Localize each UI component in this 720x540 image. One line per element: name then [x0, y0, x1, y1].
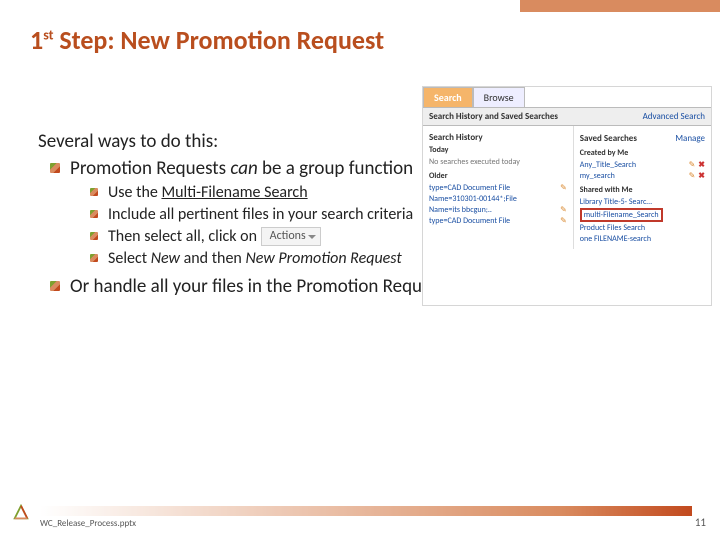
actions-dropdown[interactable]: Actions	[261, 227, 321, 246]
header-accent-bar	[520, 0, 720, 12]
slide: 1st Step: New Promotion Request Several …	[0, 0, 720, 540]
text: be a group function	[258, 157, 413, 180]
footer-page-number: 11	[695, 516, 706, 529]
title-step-suffix: st	[43, 26, 53, 43]
advanced-search-link[interactable]: Advanced Search	[643, 111, 705, 122]
slide-title: 1st Step: New Promotion Request	[30, 24, 384, 56]
edit-icon[interactable]: ✎	[560, 216, 567, 226]
bar-title: Search History and Saved Searches	[429, 111, 558, 122]
history-row[interactable]: type=CAD Document File	[429, 216, 510, 226]
text: Then select all, click on	[108, 227, 261, 246]
logo-icon	[12, 504, 30, 522]
columns: Search History Today No searches execute…	[423, 126, 711, 249]
text-ital: New Promotion Request	[245, 249, 401, 268]
today-empty: No searches executed today	[429, 157, 567, 167]
edit-icon[interactable]: ✎	[689, 160, 696, 170]
text-ital: New	[151, 249, 180, 268]
edit-icon[interactable]: ✎	[560, 205, 567, 215]
history-row[interactable]: type=CAD Document File	[429, 183, 510, 193]
manage-link[interactable]: Manage	[675, 133, 705, 144]
title-text: Step: New Promotion Request	[53, 24, 384, 56]
section-saved-searches: Saved Searches	[580, 133, 637, 144]
heading-older: Older	[429, 171, 567, 181]
edit-icon[interactable]: ✎	[560, 183, 567, 193]
edit-icon[interactable]: ✎	[689, 171, 696, 181]
section-search-history: Search History	[429, 132, 567, 143]
multi-filename-search-link[interactable]: Multi-Filename Search	[161, 183, 307, 202]
saved-search-row[interactable]: Product Files Search	[580, 223, 645, 233]
saved-search-highlighted[interactable]: multi-Filename_Search	[580, 208, 663, 222]
col-saved-searches: Saved Searches Manage Created by Me Any_T…	[574, 126, 711, 249]
text-ital: can	[230, 157, 257, 180]
heading-created-by-me: Created by Me	[580, 148, 705, 158]
inset-screenshot: Search Browse Search History and Saved S…	[422, 86, 712, 306]
delete-icon[interactable]: ✖	[698, 171, 705, 181]
text: Use the	[108, 183, 161, 202]
saved-search-row[interactable]: one FILENAME-search	[580, 234, 651, 244]
saved-search-row[interactable]: Any_Title_Search	[580, 160, 636, 170]
tab-browse[interactable]: Browse	[473, 87, 525, 107]
delete-icon[interactable]: ✖	[698, 160, 705, 170]
title-step-num: 1	[30, 24, 43, 56]
bar: Search History and Saved Searches Advanc…	[423, 107, 711, 126]
col-search-history: Search History Today No searches execute…	[423, 126, 574, 249]
heading-today: Today	[429, 145, 567, 155]
heading-shared-with-me: Shared with Me	[580, 185, 705, 195]
tab-search[interactable]: Search	[423, 87, 473, 107]
text: Select	[108, 249, 151, 268]
saved-search-row[interactable]: Library Title-5- Searc…	[580, 197, 652, 207]
footer-gradient	[40, 506, 692, 516]
footer-filename: WC_Release_Process.pptx	[40, 518, 136, 529]
saved-search-row[interactable]: my_search	[580, 171, 615, 181]
bullet-include-files: Include all pertinent files in your sear…	[90, 205, 450, 225]
footer: WC_Release_Process.pptx 11	[0, 506, 720, 530]
history-row[interactable]: Name=310301-00144*;File	[429, 194, 517, 204]
history-row[interactable]: Name=its bbcgun;..	[429, 205, 492, 215]
text: and then	[180, 249, 245, 268]
bullet-group-function: Promotion Requests can be a group functi…	[50, 157, 420, 181]
actions-label: Actions	[270, 229, 306, 243]
tab-row: Search Browse	[423, 87, 711, 107]
text: Promotion Requests	[70, 157, 230, 180]
